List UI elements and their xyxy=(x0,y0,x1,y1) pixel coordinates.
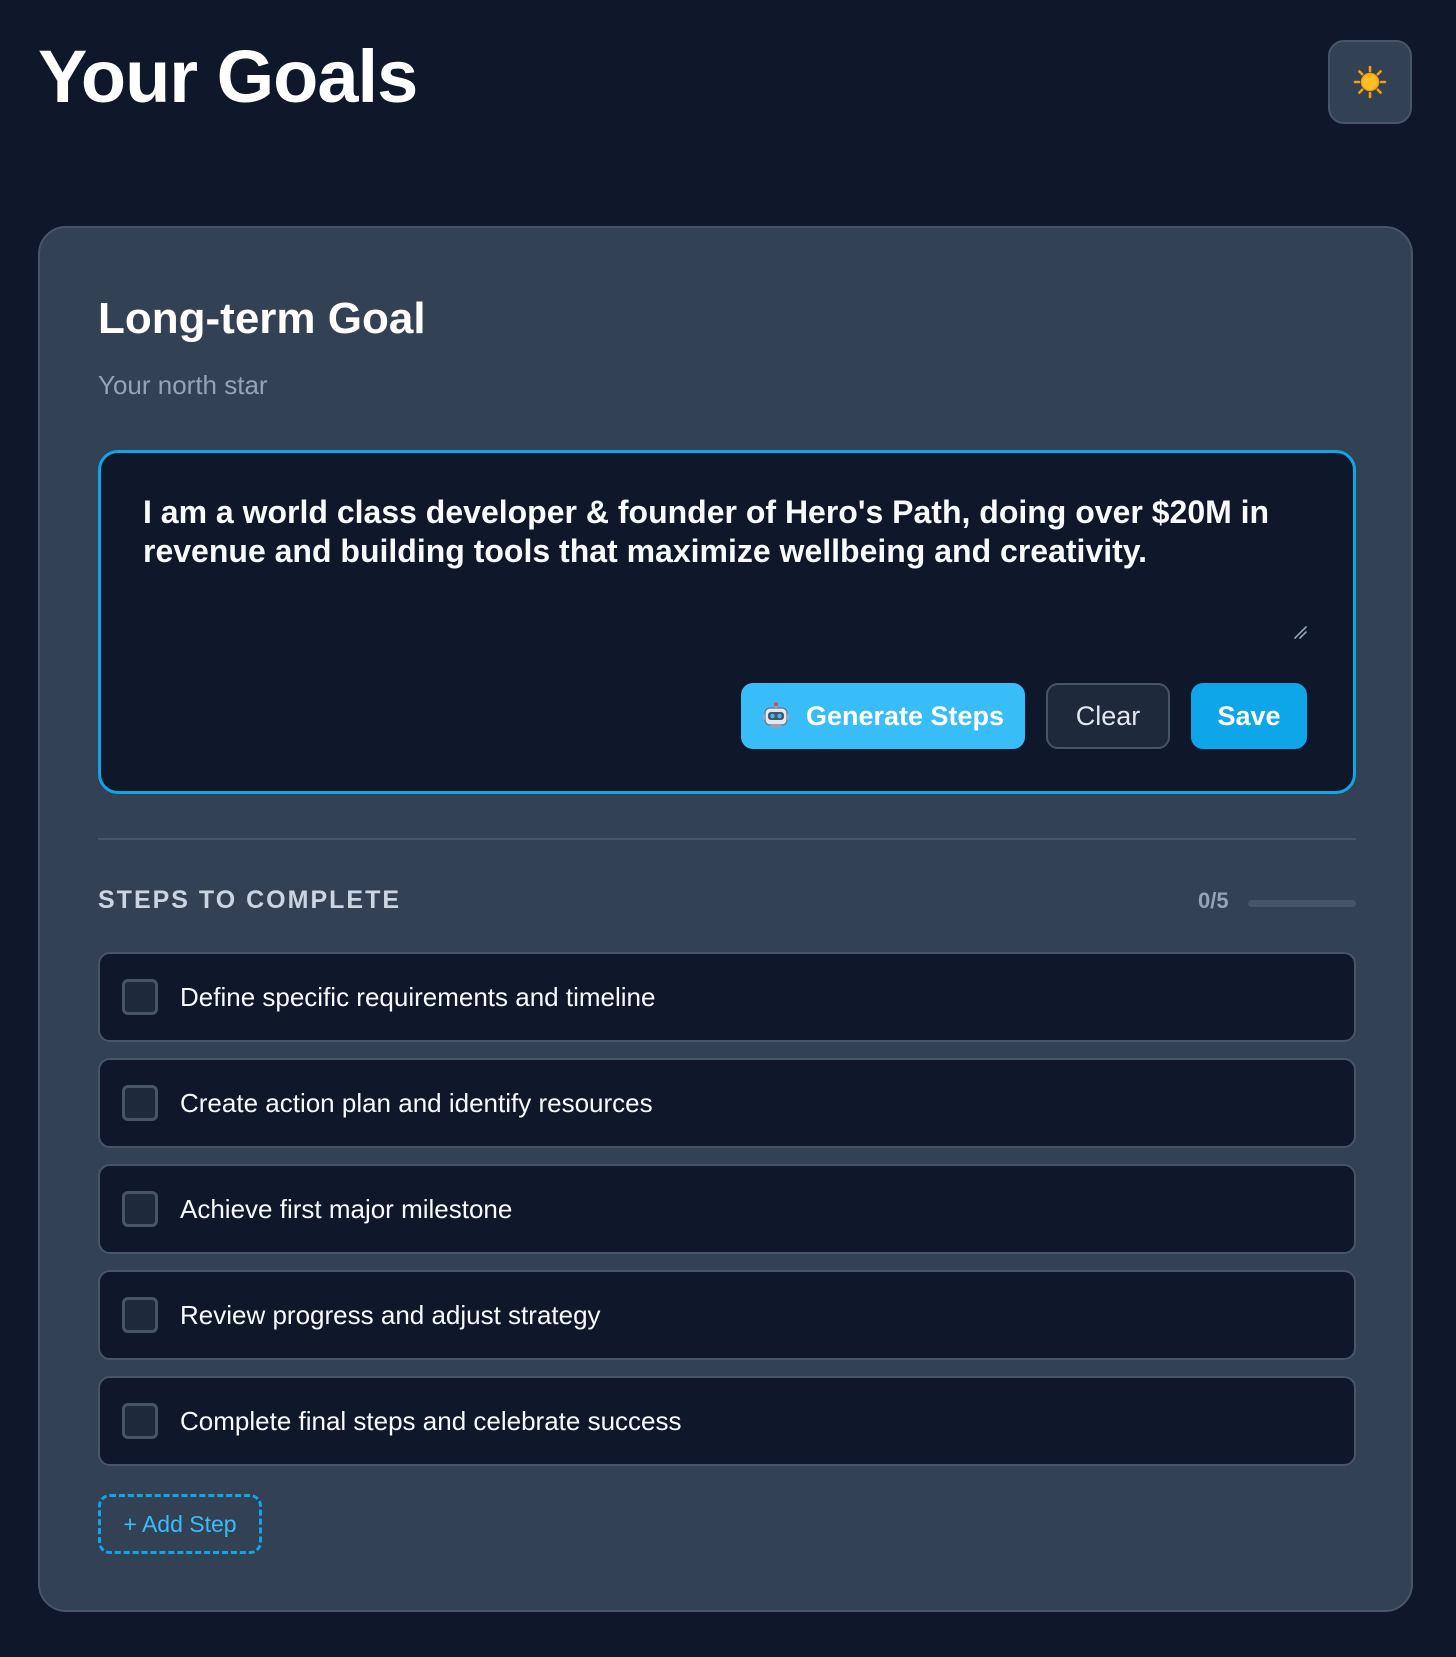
page-title: Your Goals xyxy=(38,35,418,118)
step-label: Achieve first major milestone xyxy=(180,1194,513,1224)
step-label: Define specific requirements and timelin… xyxy=(180,982,656,1012)
generate-steps-button[interactable]: Generate Steps xyxy=(741,683,1025,749)
step-checkbox[interactable] xyxy=(122,979,158,1015)
step-item[interactable]: Create action plan and identify resource… xyxy=(98,1058,1356,1148)
progress-count: 0/5 xyxy=(1198,888,1229,913)
goal-editor: I am a world class developer & founder o… xyxy=(98,450,1356,794)
card-title: Long-term Goal xyxy=(98,294,426,343)
step-checkbox[interactable] xyxy=(122,1297,158,1333)
step-list: Define specific requirements and timelin… xyxy=(98,952,1356,1482)
save-button[interactable]: Save xyxy=(1191,683,1307,749)
step-item[interactable]: Define specific requirements and timelin… xyxy=(98,952,1356,1042)
step-item[interactable]: Achieve first major milestone xyxy=(98,1164,1356,1254)
step-checkbox[interactable] xyxy=(122,1085,158,1121)
card-subtitle: Your north star xyxy=(98,370,268,400)
robot-icon xyxy=(762,702,789,728)
theme-toggle-button[interactable] xyxy=(1328,40,1412,124)
goal-textarea[interactable]: I am a world class developer & founder o… xyxy=(143,493,1293,643)
generate-steps-label: Generate Steps xyxy=(805,700,1005,731)
step-label: Complete final steps and celebrate succe… xyxy=(180,1406,682,1436)
progress-bar xyxy=(1248,900,1356,907)
section-divider xyxy=(98,838,1356,840)
step-checkbox[interactable] xyxy=(122,1403,158,1439)
steps-heading: STEPS TO COMPLETE xyxy=(98,886,402,914)
sun-icon xyxy=(1353,65,1387,99)
resize-handle-icon[interactable] xyxy=(1293,625,1307,639)
step-item[interactable]: Complete final steps and celebrate succe… xyxy=(98,1376,1356,1466)
step-label: Review progress and adjust strategy xyxy=(180,1300,601,1330)
goals-page: Your Goals Long-term Goal Your north sta… xyxy=(0,0,1456,1657)
add-step-button[interactable]: + Add Step xyxy=(98,1494,262,1554)
step-label: Create action plan and identify resource… xyxy=(180,1088,653,1118)
long-term-goal-card: Long-term Goal Your north star I am a wo… xyxy=(38,226,1413,1612)
step-item[interactable]: Review progress and adjust strategy xyxy=(98,1270,1356,1360)
clear-button[interactable]: Clear xyxy=(1046,683,1170,749)
step-checkbox[interactable] xyxy=(122,1191,158,1227)
